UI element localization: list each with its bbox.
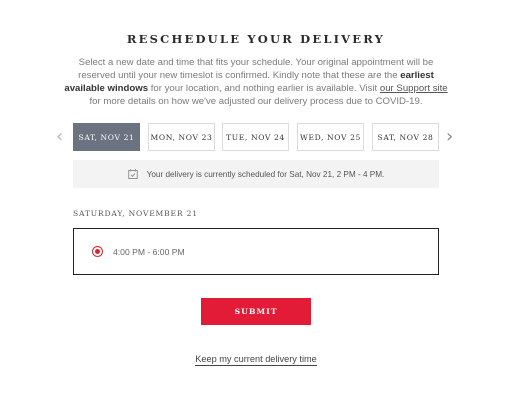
current-schedule-banner: Your delivery is currently scheduled for…: [73, 160, 439, 188]
support-site-link[interactable]: our Support site: [380, 83, 448, 94]
intro-part1: Select a new date and time that fits you…: [78, 57, 434, 81]
submit-button[interactable]: SUBMIT: [201, 298, 311, 325]
date-option-sat-nov-28[interactable]: SAT, NOV 28: [372, 123, 439, 151]
page-title: RESCHEDULE YOUR DELIVERY: [126, 32, 386, 46]
chevron-right-icon[interactable]: ›: [446, 128, 453, 146]
calendar-check-icon: [127, 169, 138, 179]
intro-text: Select a new date and time that fits you…: [60, 56, 452, 108]
intro-part2: for your location, and nothing earlier i…: [148, 83, 380, 94]
date-option-sat-nov-21[interactable]: SAT, NOV 21: [73, 123, 140, 151]
timeslot-option[interactable]: 4:00 PM - 6:00 PM: [73, 228, 439, 275]
intro-part3: for more details on how we've adjusted o…: [89, 96, 423, 107]
date-option-tue-nov-24[interactable]: TUE, NOV 24: [222, 123, 289, 151]
current-schedule-text: Your delivery is currently scheduled for…: [146, 169, 385, 179]
chevron-left-icon[interactable]: ‹: [56, 128, 63, 146]
timeslot-label: 4:00 PM - 6:00 PM: [113, 246, 185, 257]
keep-current-time-link[interactable]: Keep my current delivery time: [195, 354, 317, 366]
date-option-wed-nov-25[interactable]: WED, NOV 25: [297, 123, 364, 151]
timeslot-day-heading: SATURDAY, NOVEMBER 21: [73, 209, 198, 218]
keep-time-container: Keep my current delivery time: [0, 349, 512, 367]
date-option-mon-nov-23[interactable]: MON, NOV 23: [148, 123, 215, 151]
radio-selected-dot: [95, 249, 100, 254]
timeslot-radio[interactable]: [92, 246, 103, 257]
